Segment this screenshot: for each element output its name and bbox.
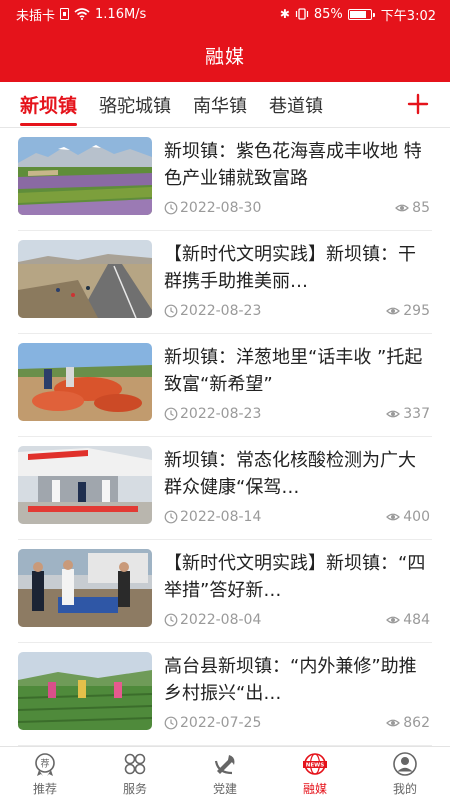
publish-date: 2022-08-23 xyxy=(180,406,262,422)
news-meta: 2022-08-14 400 xyxy=(164,507,430,527)
publish-date: 2022-08-23 xyxy=(180,303,262,319)
eye-icon xyxy=(386,719,401,727)
svg-text:荐: 荐 xyxy=(40,758,49,769)
nav-party[interactable]: 党建 xyxy=(180,747,270,800)
news-title: 高台县新坝镇：“内外兼修”助推乡村振兴“出… xyxy=(164,656,417,704)
view-count: 400 xyxy=(403,509,430,525)
network-speed: 1.16M/s xyxy=(95,6,147,22)
eye-icon xyxy=(386,410,401,418)
list-item[interactable]: 新坝镇：常态化核酸检测为广大群众健康“保驾… 2022-08-14 400 xyxy=(18,437,432,540)
nav-label: 推荐 xyxy=(32,781,57,796)
clock-icon xyxy=(164,201,178,215)
status-bar: 未插卡 1.16M/s ✱ 85% 下午3:02 xyxy=(0,0,450,28)
list-item[interactable]: 新坝镇：洋葱地里“话丰收 ”托起致富“新希望” 2022-08-23 337 xyxy=(18,334,432,437)
tab-label: 巷道镇 xyxy=(269,95,324,117)
clock-icon xyxy=(164,304,178,318)
news-thumbnail xyxy=(18,549,152,627)
publish-date: 2022-08-30 xyxy=(180,200,262,216)
news-meta: 2022-08-23 337 xyxy=(164,404,430,424)
tab-label: 新坝镇 xyxy=(20,95,78,117)
tab-nanhua[interactable]: 南华镇 xyxy=(193,82,247,128)
news-title: 【新时代文明实践】新坝镇：“四举措”答好新… xyxy=(164,553,426,601)
wifi-icon xyxy=(74,8,90,20)
battery-percent: 85% xyxy=(313,6,343,22)
eye-icon xyxy=(386,513,401,521)
battery-fill xyxy=(349,10,366,18)
sim-card-icon xyxy=(60,8,70,20)
view-count: 85 xyxy=(412,200,430,216)
tab-label: 骆驼城镇 xyxy=(99,95,172,117)
carrier-label: 未插卡 xyxy=(16,8,56,24)
nav-label: 党建 xyxy=(212,781,237,796)
view-count: 337 xyxy=(403,406,430,422)
plus-icon xyxy=(407,93,429,115)
list-item[interactable]: 高台县新坝镇：“内外兼修”助推乡村振兴“出… 2022-07-25 862 xyxy=(18,643,432,746)
view-count: 862 xyxy=(403,715,430,731)
clock-icon xyxy=(164,407,178,421)
news-thumbnail xyxy=(18,240,152,318)
nav-label: 服务 xyxy=(122,781,147,796)
clock-icon xyxy=(164,510,178,524)
clock-icon xyxy=(164,716,178,730)
news-meta: 2022-08-30 85 xyxy=(164,198,430,218)
add-channel-button[interactable] xyxy=(406,82,430,126)
tab-label: 南华镇 xyxy=(193,95,248,117)
app-header: 融媒 xyxy=(0,28,450,82)
eye-icon xyxy=(395,204,410,212)
channel-tabs: 新坝镇 骆驼城镇 南华镇 巷道镇 xyxy=(0,82,450,128)
news-thumbnail xyxy=(18,652,152,730)
news-title: 新坝镇：紫色花海喜成丰收地 特色产业铺就致富路 xyxy=(164,141,422,189)
news-title: 【新时代文明实践】新坝镇：干群携手助推美丽… xyxy=(164,244,416,292)
view-count: 484 xyxy=(403,612,430,628)
publish-date: 2022-08-04 xyxy=(180,612,262,628)
profile-icon xyxy=(393,751,417,776)
svg-text:NEWS: NEWS xyxy=(306,762,324,768)
nav-label: 融媒 xyxy=(302,781,327,796)
eye-icon xyxy=(386,616,401,624)
publish-date: 2022-07-25 xyxy=(180,715,262,731)
news-meta: 2022-08-23 295 xyxy=(164,301,430,321)
list-item[interactable]: 【新时代文明实践】新坝镇：“四举措”答好新… 2022-08-04 484 xyxy=(18,540,432,643)
nav-recommend[interactable]: 荐 推荐 xyxy=(0,747,90,800)
party-emblem-icon xyxy=(214,754,235,774)
tab-xinba[interactable]: 新坝镇 xyxy=(20,82,78,128)
news-title: 新坝镇：洋葱地里“话丰收 ”托起致富“新希望” xyxy=(164,347,423,395)
news-thumbnail xyxy=(18,137,152,215)
news-thumbnail xyxy=(18,446,152,524)
nav-label: 我的 xyxy=(392,781,417,796)
list-item[interactable]: 【新时代文明实践】新坝镇：干群携手助推美丽… 2022-08-23 295 xyxy=(18,231,432,334)
news-list: 新坝镇：紫色花海喜成丰收地 特色产业铺就致富路 2022-08-30 85 【新… xyxy=(0,128,450,746)
news-globe-icon: NEWS xyxy=(303,752,327,775)
eye-icon xyxy=(386,307,401,315)
news-meta: 2022-07-25 862 xyxy=(164,713,430,733)
clock-icon xyxy=(164,613,178,627)
news-thumbnail xyxy=(18,343,152,421)
tab-xiangdao[interactable]: 巷道镇 xyxy=(269,82,323,128)
battery-icon xyxy=(347,8,375,20)
bluetooth-icon: ✱ xyxy=(279,7,290,21)
list-item[interactable]: 新坝镇：紫色花海喜成丰收地 特色产业铺就致富路 2022-08-30 85 xyxy=(18,128,432,231)
services-grid-icon xyxy=(124,753,146,774)
publish-date: 2022-08-14 xyxy=(180,509,262,525)
nav-profile[interactable]: 我的 xyxy=(360,747,450,800)
recommend-icon: 荐 xyxy=(35,752,55,776)
bottom-navigation: 荐 推荐 服务 党建 NEWS 融媒 我的 xyxy=(0,746,450,800)
clock-time: 下午3:02 xyxy=(380,8,436,24)
news-meta: 2022-08-04 484 xyxy=(164,610,430,630)
nav-services[interactable]: 服务 xyxy=(90,747,180,800)
news-title: 新坝镇：常态化核酸检测为广大群众健康“保驾… xyxy=(164,450,416,498)
page-title: 融媒 xyxy=(204,45,245,68)
view-count: 295 xyxy=(403,303,430,319)
tab-luotuocheng[interactable]: 骆驼城镇 xyxy=(99,82,171,128)
nav-media[interactable]: NEWS 融媒 xyxy=(270,747,360,800)
vibrate-icon xyxy=(295,8,308,20)
